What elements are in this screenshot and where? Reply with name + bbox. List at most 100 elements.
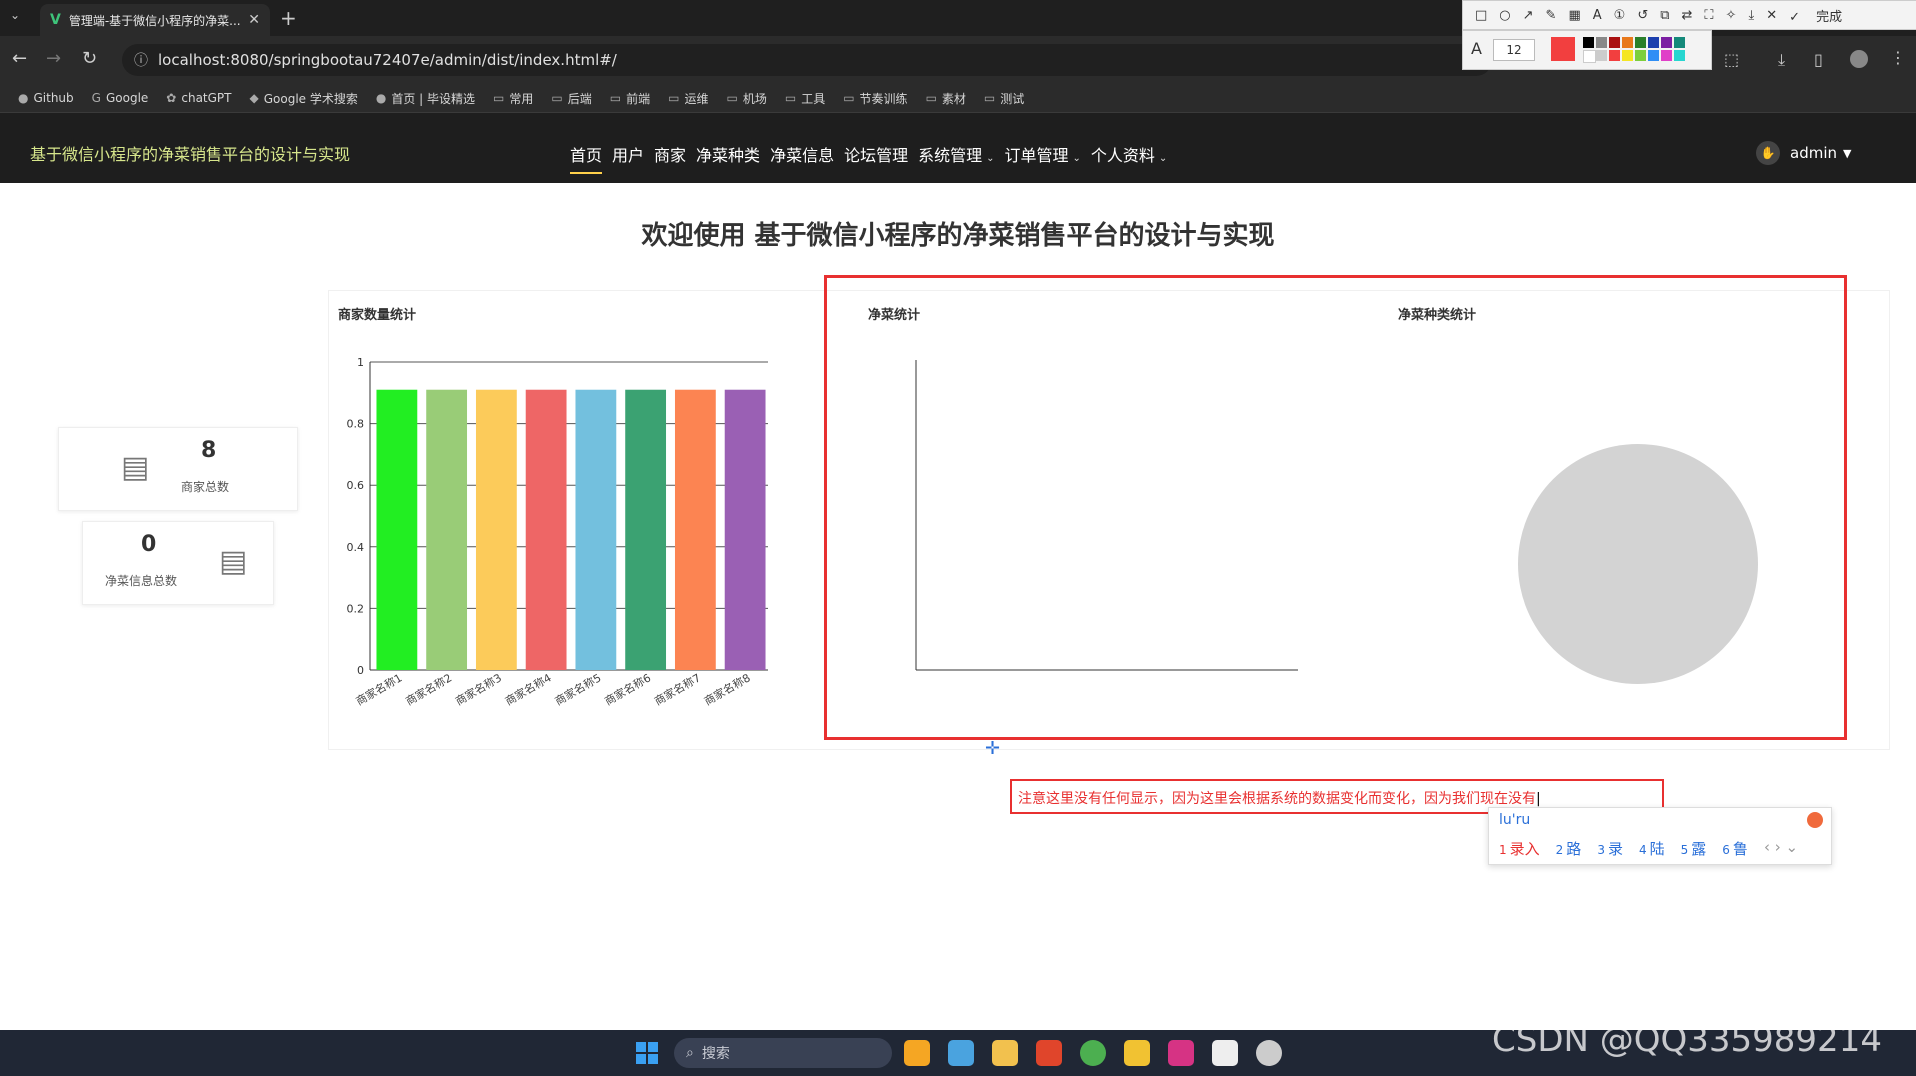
ime-candidate[interactable]: 3录 [1597, 838, 1623, 859]
bar[interactable] [376, 389, 418, 670]
bookmark-folder[interactable]: ▭ 常用 [493, 90, 533, 107]
color-swatch[interactable] [1609, 50, 1620, 61]
bookmark-item[interactable]: ● Github [18, 91, 74, 105]
taskbar-app-icon[interactable] [948, 1040, 974, 1066]
bookmark-item[interactable]: ✿ chatGPT [166, 91, 231, 105]
color-swatch[interactable] [1661, 50, 1672, 61]
ime-candidate[interactable]: 4陆 [1639, 838, 1665, 859]
bookmark-folder[interactable]: ▭ 机场 [726, 90, 766, 107]
color-swatch[interactable] [1674, 37, 1685, 48]
color-swatch[interactable] [1622, 50, 1633, 61]
selected-color-swatch[interactable] [1551, 37, 1575, 61]
rectangle-tool-icon[interactable]: □ [1475, 8, 1487, 23]
bar[interactable] [674, 389, 716, 670]
color-swatch[interactable] [1635, 50, 1646, 61]
ocr-icon[interactable]: ⧉ [1660, 8, 1669, 23]
wechat-icon[interactable] [1256, 1040, 1282, 1066]
color-swatch[interactable] [1648, 50, 1659, 61]
taskbar-search[interactable]: ⌕ 搜索 [674, 1038, 892, 1068]
color-swatch[interactable] [1609, 37, 1620, 48]
nav-item-users[interactable]: 用户 [612, 142, 644, 166]
text-tool-icon[interactable]: A [1593, 8, 1602, 23]
bookmark-folder[interactable]: ▭ 运维 [668, 90, 708, 107]
bookmark-folder[interactable]: ▭ 测试 [984, 90, 1024, 107]
color-swatch[interactable] [1596, 37, 1607, 48]
qq-icon[interactable] [1212, 1040, 1238, 1066]
mosaic-tool-icon[interactable]: ▦ [1568, 8, 1580, 23]
nav-item-system[interactable]: 系统管理 ⌄ [918, 142, 994, 166]
nav-item-home[interactable]: 首页 [570, 142, 603, 174]
taskbar-app-icon[interactable] [904, 1040, 930, 1066]
color-swatch[interactable] [1622, 37, 1633, 48]
bookmark-folder[interactable]: ▭ 素材 [926, 90, 966, 107]
bookmark-item[interactable]: G Google [92, 91, 149, 105]
color-swatch[interactable] [1648, 37, 1659, 48]
user-menu[interactable]: ✋ admin ▼ [1756, 141, 1851, 165]
extensions-icon[interactable]: ⬚ [1724, 50, 1739, 69]
bookmark-item[interactable]: ● 首页 | 毕设精选 [376, 90, 475, 107]
stat-label: 净菜信息总数 [105, 574, 178, 588]
back-icon[interactable]: ← [12, 48, 27, 69]
bookmark-folder[interactable]: ▭ 前端 [610, 90, 650, 107]
nav-item-merchants[interactable]: 商家 [654, 142, 686, 166]
nav-item-forum[interactable]: 论坛管理 [844, 142, 908, 166]
bar[interactable] [724, 389, 766, 670]
sidepanel-icon[interactable]: ▯ [1814, 50, 1823, 69]
color-swatch[interactable] [1661, 37, 1672, 48]
tab-close-icon[interactable]: ✕ [248, 12, 260, 28]
nav-item-orders[interactable]: 订单管理 ⌄ [1005, 142, 1081, 166]
nav-item-veg-types[interactable]: 净菜种类 [696, 142, 760, 166]
x-tick-label: 商家名称4 [502, 670, 553, 708]
ime-next-page-icon[interactable]: ‹ › ⌄ [1764, 838, 1798, 859]
bookmark-folder[interactable]: ▭ 节奏训练 [843, 90, 907, 107]
taskbar-app-icon[interactable] [1036, 1040, 1062, 1066]
nav-item-veg-info[interactable]: 净菜信息 [770, 142, 834, 166]
menu-icon[interactable]: ⋮ [1890, 48, 1906, 67]
site-info-icon[interactable]: ⓘ [134, 50, 148, 70]
ellipse-tool-icon[interactable]: ○ [1499, 8, 1510, 23]
bar[interactable] [475, 389, 517, 670]
color-swatch[interactable] [1635, 37, 1646, 48]
font-size-select[interactable]: 12 [1493, 39, 1535, 61]
ime-candidate[interactable]: 6鲁 [1722, 838, 1748, 859]
bar[interactable] [426, 389, 468, 670]
windows-start-icon[interactable] [636, 1042, 658, 1064]
color-swatch[interactable] [1583, 50, 1596, 63]
pen-tool-icon[interactable]: ✎ [1546, 8, 1557, 23]
file-explorer-icon[interactable] [1124, 1040, 1150, 1066]
save-icon[interactable]: ⤓ [1748, 8, 1754, 23]
undo-icon[interactable]: ↺ [1637, 8, 1648, 23]
color-swatch[interactable] [1674, 50, 1685, 61]
taskbar-app-icon[interactable] [992, 1040, 1018, 1066]
color-swatch[interactable] [1596, 50, 1607, 61]
number-tool-icon[interactable]: ① [1614, 8, 1626, 23]
bookmark-item[interactable]: ◆ Google 学术搜索 [250, 90, 358, 107]
cancel-icon[interactable]: ✕ [1766, 8, 1777, 23]
bookmark-folder[interactable]: ▭ 后端 [551, 90, 591, 107]
download-icon[interactable]: ⤓ [1778, 50, 1785, 70]
chrome-icon[interactable] [1080, 1040, 1106, 1066]
browser-tab[interactable]: V 管理端-基于微信小程序的净菜... ✕ [40, 4, 270, 36]
address-bar[interactable]: ⓘ localhost:8080/springbootau72407e/admi… [122, 44, 1492, 76]
long-capture-icon[interactable]: ⛶ [1704, 8, 1713, 23]
bar[interactable] [525, 389, 567, 670]
reload-icon[interactable]: ↻ [82, 48, 97, 69]
ide-icon[interactable] [1168, 1040, 1194, 1066]
bookmark-folder[interactable]: ▭ 工具 [785, 90, 825, 107]
done-button[interactable]: ✓ 完成 [1789, 6, 1842, 25]
ime-candidate[interactable]: 2路 [1556, 838, 1582, 859]
forward-icon[interactable]: → [46, 48, 61, 69]
folder-icon: ▭ [784, 91, 797, 105]
ime-candidate[interactable]: 5露 [1681, 838, 1707, 859]
tab-search-icon[interactable]: ⌄ [10, 8, 20, 22]
new-tab-icon[interactable]: + [280, 6, 297, 30]
color-swatch[interactable] [1583, 37, 1594, 48]
arrow-tool-icon[interactable]: ↗ [1523, 8, 1534, 23]
ime-candidate[interactable]: 1 录入 [1499, 838, 1540, 859]
profile-avatar[interactable] [1850, 50, 1868, 68]
pin-icon[interactable]: ✧ [1726, 8, 1737, 23]
bar[interactable] [575, 389, 617, 670]
translate-icon[interactable]: ⇄ [1682, 8, 1693, 23]
nav-item-profile[interactable]: 个人资料 ⌄ [1091, 142, 1167, 166]
bar[interactable] [625, 389, 667, 670]
